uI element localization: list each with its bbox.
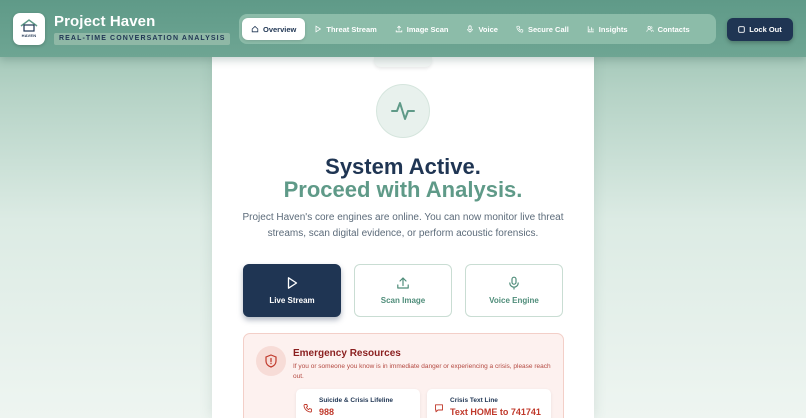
lock-out-button[interactable]: Lock Out [727,18,793,41]
phone-icon [303,404,312,413]
nav-label: Contacts [657,24,690,34]
square-icon [738,26,745,33]
emergency-resources-panel: Emergency Resources If you or someone yo… [243,333,564,418]
upload-icon [395,25,402,33]
nav-label: Insights [598,24,628,34]
nav-overview[interactable]: Overview [242,18,306,40]
nav-insights[interactable]: Insights [578,18,637,40]
nav-label: Overview [263,24,297,34]
lock-out-label: Lock Out [749,25,782,34]
action-label: Scan Image [380,296,426,305]
hero-heading-line1: System Active. [325,154,481,179]
resource-value: Text HOME to 741741 [450,407,541,417]
resource-value: 988 [319,407,335,417]
play-icon [315,25,322,33]
resource-card-lifeline[interactable]: Suicide & Crisis Lifeline 988 [296,389,420,418]
emergency-title: Emergency Resources [293,348,401,359]
card-top-tab [374,57,432,67]
nav-image-scan[interactable]: Image Scan [386,18,458,40]
overview-card: System Active. Proceed with Analysis. Pr… [212,57,594,418]
action-label: Live Stream [269,296,315,305]
status-indicator [376,84,430,138]
hero-heading-line2: Proceed with Analysis. [283,177,523,202]
shield-alert-icon [256,346,286,376]
play-icon [287,277,298,289]
upload-icon [397,277,409,289]
message-icon [435,404,443,413]
chart-icon [587,26,594,33]
logo-text: HAVEN [21,33,37,38]
resource-card-text-line[interactable]: Crisis Text Line Text HOME to 741741 [427,389,551,418]
phone-icon [516,25,524,33]
nav-label: Image Scan [406,24,449,34]
nav-secure-call[interactable]: Secure Call [507,18,578,40]
action-label: Voice Engine [489,296,539,305]
app-subtitle: REAL-TIME CONVERSATION ANALYSIS [54,33,231,45]
nav-threat-stream[interactable]: Threat Stream [305,18,385,40]
resource-label: Crisis Text Line [450,397,498,404]
nav-voice[interactable]: Voice [457,18,506,40]
main-nav: Overview Threat Stream Image Scan Voice … [239,14,716,44]
emergency-text: If you or someone you know is in immedia… [293,363,551,380]
voice-engine-button[interactable]: Voice Engine [465,264,563,317]
users-icon [646,25,654,32]
app-logo[interactable]: HAVEN [13,13,45,45]
activity-pulse-icon [391,102,415,120]
nav-contacts[interactable]: Contacts [637,18,699,40]
home-icon [251,25,259,33]
app-header: HAVEN Project Haven REAL-TIME CONVERSATI… [0,0,806,57]
resource-label: Suicide & Crisis Lifeline [319,397,394,404]
mic-icon [467,25,474,33]
nav-label: Secure Call [527,24,569,34]
mic-icon [509,276,519,290]
house-logo-icon [20,19,38,32]
nav-label: Voice [478,24,498,34]
scan-image-button[interactable]: Scan Image [354,264,452,317]
app-title: Project Haven [54,13,156,30]
hero-description: Project Haven's core engines are online.… [242,212,564,239]
nav-label: Threat Stream [326,24,377,34]
live-stream-button[interactable]: Live Stream [243,264,341,317]
